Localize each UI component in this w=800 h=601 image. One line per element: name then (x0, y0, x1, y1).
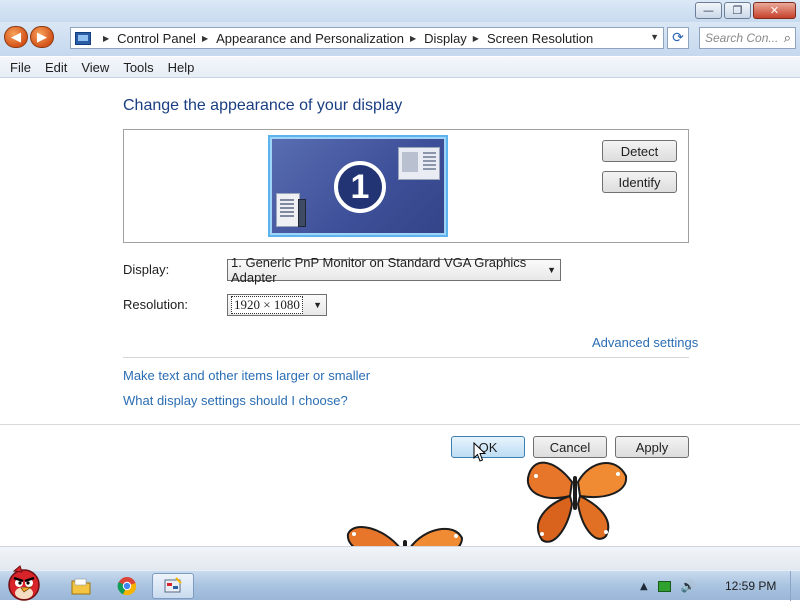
menu-help[interactable]: Help (161, 60, 202, 75)
display-select-value: 1. Generic PnP Monitor on Standard VGA G… (231, 255, 527, 285)
maximize-button[interactable]: ❐ (724, 2, 751, 19)
search-input[interactable]: Search Con... ⌕ (699, 27, 796, 49)
display-label: Display: (123, 262, 170, 277)
angry-bird-start-icon[interactable] (2, 563, 48, 601)
document-thumbnail-icon (276, 193, 300, 227)
breadcrumb-separator[interactable]: ▶ (473, 34, 479, 43)
minimize-button[interactable]: — (695, 2, 722, 19)
control-panel-taskbar-button[interactable] (152, 573, 194, 599)
breadcrumb-control-panel[interactable]: Control Panel (117, 31, 196, 46)
search-icon[interactable]: ⌕ (784, 30, 791, 46)
address-field[interactable]: ▶ Control Panel ▶ Appearance and Persona… (70, 27, 664, 49)
display-help-link[interactable]: What display settings should I choose? (123, 393, 348, 408)
advanced-settings-link[interactable]: Advanced settings (592, 335, 698, 350)
address-dropdown-icon[interactable]: ▼ (650, 32, 659, 42)
breadcrumb-separator: ▶ (103, 33, 110, 43)
control-panel-icon (164, 577, 182, 593)
chevron-down-icon[interactable]: ▼ (313, 300, 322, 310)
menu-tools[interactable]: Tools (116, 60, 160, 75)
breadcrumb-separator[interactable]: ▶ (202, 34, 208, 43)
chevron-down-icon[interactable]: ▼ (547, 265, 556, 275)
window-thumbnail-icon (398, 147, 440, 180)
butterfly-icon (526, 461, 628, 543)
menu-view[interactable]: View (74, 60, 116, 75)
control-panel-icon (75, 31, 91, 45)
breadcrumb-screen-resolution[interactable]: Screen Resolution (487, 31, 593, 46)
text-size-link[interactable]: Make text and other items larger or smal… (123, 368, 370, 383)
folder-icon[interactable] (62, 573, 100, 599)
divider (123, 357, 689, 358)
folder-glyph (71, 578, 91, 595)
display-select[interactable]: 1. Generic PnP Monitor on Standard VGA G… (227, 255, 561, 285)
system-tray: ▲ 🔊 (640, 571, 696, 601)
breadcrumb-appearance[interactable]: Appearance and Personalization (216, 31, 404, 46)
ok-button[interactable]: OK (451, 436, 525, 458)
address-toolbar: ◀ ▶ ▶ Control Panel ▶ Appearance and Per… (0, 22, 800, 56)
menu-bar: File Edit View Tools Help (0, 57, 800, 78)
breadcrumb-separator[interactable]: ▶ (410, 34, 416, 43)
menu-file[interactable]: File (3, 60, 38, 75)
menu-edit[interactable]: Edit (38, 60, 74, 75)
window-controls: — ❐ ✕ (695, 2, 796, 19)
resolution-label: Resolution: (123, 297, 189, 312)
show-hidden-icons-button[interactable]: ▲ (640, 581, 648, 592)
window-status-bar (0, 546, 800, 570)
detect-button[interactable]: Detect (602, 140, 677, 162)
resolution-select[interactable]: 1920 × 1080 ▼ (227, 294, 327, 316)
clock[interactable]: 12:59 PM (725, 579, 776, 593)
monitor-number: 1 (334, 161, 386, 213)
close-button[interactable]: ✕ (753, 2, 796, 19)
show-desktop-button[interactable] (790, 571, 800, 601)
device-thumbnail-icon (298, 199, 306, 227)
taskbar: ▲ 🔊 12:59 PM (0, 565, 800, 601)
mouse-cursor-icon (473, 442, 487, 462)
search-placeholder: Search Con... (705, 31, 779, 45)
refresh-button[interactable]: ⟳ (667, 27, 689, 49)
title-bar: — ❐ ✕ (0, 0, 800, 22)
page-title: Change the appearance of your display (123, 97, 403, 114)
speaker-icon[interactable]: 🔊 (681, 579, 696, 593)
footer-divider (0, 424, 800, 425)
breadcrumb-display[interactable]: Display (424, 31, 467, 46)
forward-button[interactable]: ▶ (30, 26, 54, 48)
network-icon[interactable] (657, 580, 671, 592)
identify-button[interactable]: Identify (602, 171, 677, 193)
nav-buttons: ◀ ▶ (4, 26, 56, 50)
chrome-icon[interactable] (108, 573, 146, 599)
chrome-glyph (117, 577, 137, 596)
screen-resolution-panel: Change the appearance of your display 1 … (0, 79, 800, 546)
resolution-select-value: 1920 × 1080 (231, 296, 303, 314)
monitor-thumbnail[interactable]: 1 (268, 135, 448, 237)
back-button[interactable]: ◀ (4, 26, 28, 48)
